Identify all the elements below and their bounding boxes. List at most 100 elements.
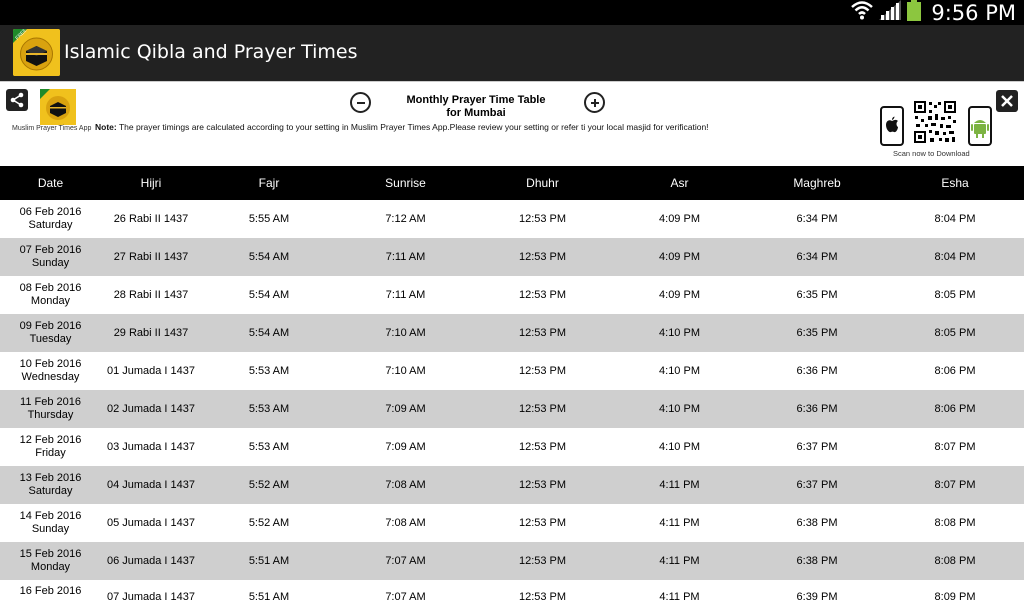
sunrise-cell: 7:11 AM — [385, 289, 426, 301]
asr-cell: 4:09 PM — [659, 251, 700, 263]
esha-cell: 8:09 PM — [934, 591, 976, 603]
qr-code-icon[interactable] — [913, 100, 957, 144]
day-text: Saturday — [28, 485, 73, 497]
maghreb-cell: 6:36 PM — [796, 403, 838, 415]
table-row[interactable]: 13 Feb 2016 Saturday 04 Jumada I 1437 5:5… — [0, 466, 1024, 504]
date-cell: 09 Feb 2016 Tuesday — [0, 320, 101, 346]
minus-icon — [356, 101, 365, 104]
table-row[interactable]: 06 Feb 2016 Saturday 26 Rabi II 1437 5:55… — [0, 200, 1024, 238]
battery-icon — [907, 0, 922, 26]
asr-cell: 4:10 PM — [659, 403, 700, 415]
close-banner-button[interactable] — [996, 90, 1018, 112]
sunrise-cell: 7:09 AM — [385, 441, 426, 453]
hijri-cell: 03 Jumada I 1437 — [106, 441, 196, 453]
status-clock: 9:56 PM — [931, 0, 1016, 25]
table-row[interactable]: 07 Feb 2016 Sunday 27 Rabi II 1437 5:54 A… — [0, 238, 1024, 276]
table-row[interactable]: 09 Feb 2016 Tuesday 29 Rabi II 1437 5:54 … — [0, 314, 1024, 352]
header-esha[interactable]: Esha — [886, 176, 1024, 190]
esha-cell: 8:08 PM — [934, 555, 976, 567]
dhuhr-cell: 12:53 PM — [518, 555, 567, 567]
header-sunrise[interactable]: Sunrise — [337, 176, 474, 190]
fajr-cell: 5:52 AM — [248, 517, 290, 529]
sunrise-cell: 7:07 AM — [385, 591, 426, 603]
date-text: 16 Feb 2016 — [19, 585, 82, 597]
date-text: 08 Feb 2016 — [19, 282, 82, 294]
asr-cell: 4:09 PM — [659, 289, 700, 301]
sunrise-cell: 7:10 AM — [385, 365, 426, 377]
dhuhr-cell: 12:53 PM — [518, 403, 567, 415]
dhuhr-cell: 12:53 PM — [518, 441, 567, 453]
date-cell: 11 Feb 2016 Thursday — [0, 396, 101, 422]
date-cell: 12 Feb 2016 Friday — [0, 434, 101, 460]
app-logo-icon[interactable]: FREE — [13, 29, 60, 76]
day-text: Tuesday — [29, 333, 72, 345]
promo-app-icon[interactable] — [40, 89, 76, 125]
table-row[interactable]: 08 Feb 2016 Monday 28 Rabi II 1437 5:54 A… — [0, 276, 1024, 314]
date-text: 10 Feb 2016 — [19, 358, 82, 370]
esha-cell: 8:04 PM — [934, 251, 976, 263]
date-cell: 13 Feb 2016 Saturday — [0, 472, 101, 498]
day-text: Monday — [30, 295, 71, 307]
share-button[interactable] — [6, 89, 28, 111]
maghreb-cell: 6:39 PM — [796, 591, 838, 603]
table-row[interactable]: 12 Feb 2016 Friday 03 Jumada I 1437 5:53 … — [0, 428, 1024, 466]
hijri-cell: 06 Jumada I 1437 — [106, 555, 196, 567]
asr-cell: 4:11 PM — [659, 555, 700, 567]
prayer-times-table[interactable]: 06 Feb 2016 Saturday 26 Rabi II 1437 5:55… — [0, 200, 1024, 605]
table-row[interactable]: 11 Feb 2016 Thursday 02 Jumada I 1437 5:5… — [0, 390, 1024, 428]
sunrise-cell: 7:12 AM — [385, 213, 426, 225]
hijri-cell: 27 Rabi II 1437 — [113, 251, 189, 263]
asr-cell: 4:11 PM — [659, 591, 700, 603]
header-dhuhr[interactable]: Dhuhr — [474, 176, 611, 190]
dhuhr-cell: 12:53 PM — [518, 327, 567, 339]
maghreb-cell: 6:34 PM — [796, 213, 838, 225]
table-title: Monthly Prayer Time Table for Mumbai — [396, 94, 556, 120]
promo-app-label: Muslim Prayer Times App — [12, 125, 92, 132]
next-month-button[interactable] — [584, 92, 605, 113]
asr-cell: 4:10 PM — [659, 327, 700, 339]
day-text: Saturday — [28, 219, 73, 231]
maghreb-cell: 6:37 PM — [796, 479, 838, 491]
date-cell: 14 Feb 2016 Sunday — [0, 510, 101, 536]
asr-cell: 4:09 PM — [659, 213, 700, 225]
app-title: Islamic Qibla and Prayer Times — [64, 41, 358, 63]
esha-cell: 8:08 PM — [934, 517, 976, 529]
hijri-cell: 28 Rabi II 1437 — [113, 289, 189, 301]
maghreb-cell: 6:38 PM — [796, 555, 838, 567]
day-text: Sunday — [31, 523, 70, 535]
date-text: 15 Feb 2016 — [19, 548, 82, 560]
table-header: Date Hijri Fajr Sunrise Dhuhr Asr Maghre… — [0, 166, 1024, 200]
header-hijri[interactable]: Hijri — [101, 176, 201, 190]
sunrise-cell: 7:07 AM — [385, 555, 426, 567]
fajr-cell: 5:51 AM — [248, 591, 290, 603]
date-cell: 06 Feb 2016 Saturday — [0, 206, 101, 232]
previous-month-button[interactable] — [350, 92, 371, 113]
plus-icon — [590, 98, 599, 107]
hijri-cell: 05 Jumada I 1437 — [106, 517, 196, 529]
android-download-button[interactable] — [968, 106, 992, 146]
table-row[interactable]: 16 Feb 2016 07 Jumada I 1437 5:51 AM 7:0… — [0, 580, 1024, 605]
date-cell: 08 Feb 2016 Monday — [0, 282, 101, 308]
table-row[interactable]: 10 Feb 2016 Wednesday 01 Jumada I 1437 5:… — [0, 352, 1024, 390]
date-text: 14 Feb 2016 — [19, 510, 82, 522]
note-label: Note: — [95, 122, 117, 132]
table-row[interactable]: 15 Feb 2016 Monday 06 Jumada I 1437 5:51 … — [0, 542, 1024, 580]
table-row[interactable]: 14 Feb 2016 Sunday 05 Jumada I 1437 5:52 … — [0, 504, 1024, 542]
header-maghreb[interactable]: Maghreb — [748, 176, 886, 190]
header-fajr[interactable]: Fajr — [201, 176, 337, 190]
note-body: The prayer timings are calculated accord… — [118, 122, 709, 132]
header-asr[interactable]: Asr — [611, 176, 748, 190]
date-text: 09 Feb 2016 — [19, 320, 82, 332]
maghreb-cell: 6:37 PM — [796, 441, 838, 453]
fajr-cell: 5:54 AM — [248, 251, 290, 263]
maghreb-cell: 6:38 PM — [796, 517, 838, 529]
apple-icon — [886, 116, 898, 133]
ios-download-button[interactable] — [880, 106, 904, 146]
header-date[interactable]: Date — [0, 176, 101, 190]
note-text: Note: The prayer timings are calculated … — [95, 122, 709, 132]
android-icon — [971, 120, 989, 138]
dhuhr-cell: 12:53 PM — [518, 365, 567, 377]
esha-cell: 8:07 PM — [934, 479, 976, 491]
close-icon — [1001, 95, 1013, 107]
status-icons: 9:56 PM — [851, 0, 1016, 25]
